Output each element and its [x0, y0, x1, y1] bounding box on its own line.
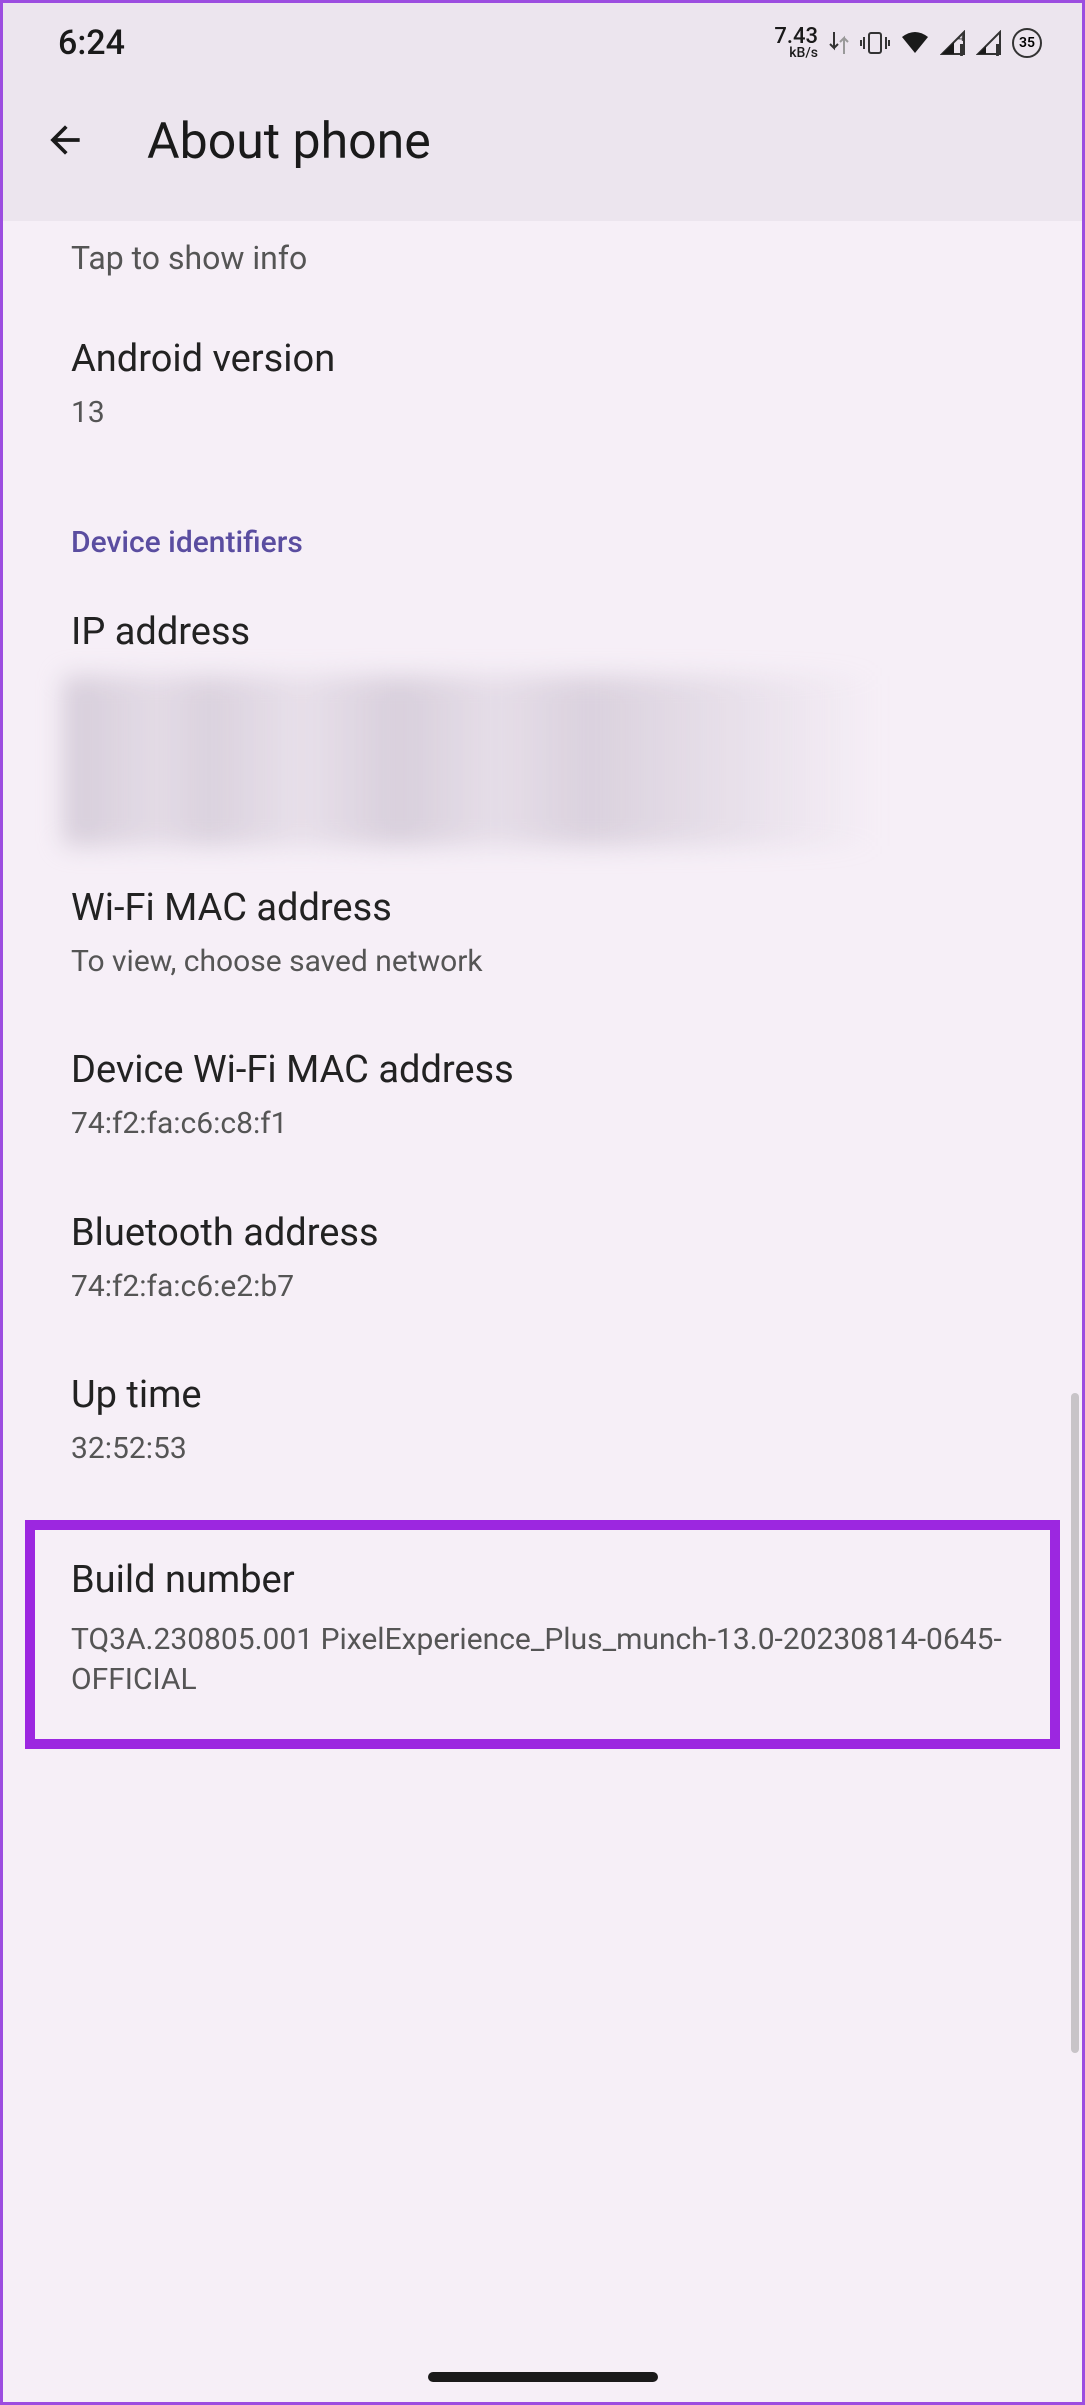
- signal-icon-2: [976, 30, 1002, 56]
- scroll-indicator[interactable]: [1071, 1393, 1079, 2053]
- device-wifi-mac-item[interactable]: Device Wi-Fi MAC address 74:f2:fa:c6:c8:…: [3, 1018, 1082, 1181]
- bluetooth-title: Bluetooth address: [71, 1211, 1014, 1255]
- device-wifi-mac-value: 74:f2:fa:c6:c8:f1: [71, 1104, 1014, 1145]
- status-time: 6:24: [58, 23, 125, 63]
- build-number-highlight: Build number TQ3A.230805.001 PixelExperi…: [25, 1520, 1060, 1749]
- app-header: About phone: [3, 83, 1082, 221]
- arrow-left-icon: [43, 118, 87, 162]
- uptime-value: 32:52:53: [71, 1429, 1014, 1470]
- uptime-item[interactable]: Up time 32:52:53: [3, 1343, 1082, 1506]
- back-button[interactable]: [43, 118, 87, 166]
- bluetooth-item[interactable]: Bluetooth address 74:f2:fa:c6:e2:b7: [3, 1181, 1082, 1344]
- status-right: 7.43 kB/s 4 35: [774, 27, 1042, 59]
- status-bar: 6:24 7.43 kB/s 4 35: [3, 3, 1082, 83]
- uptime-title: Up time: [71, 1373, 1014, 1417]
- navigation-handle[interactable]: [428, 2372, 658, 2382]
- vibrate-icon: [860, 31, 890, 55]
- wifi-mac-title: Wi-Fi MAC address: [71, 886, 1014, 930]
- android-version-title: Android version: [71, 337, 1014, 381]
- network-speed: 7.43 kB/s: [774, 27, 818, 59]
- content-area[interactable]: Tap to show info Android version 13 Devi…: [3, 221, 1082, 1749]
- android-version-value: 13: [71, 393, 1014, 434]
- ip-address-item[interactable]: IP address: [3, 580, 1082, 676]
- svg-text:4: 4: [958, 31, 964, 44]
- build-number-value: TQ3A.230805.001 PixelExperience_Plus_mun…: [71, 1620, 1014, 1701]
- android-version-item[interactable]: Android version 13: [3, 307, 1082, 470]
- ip-address-blurred: [63, 676, 1022, 846]
- ip-address-title: IP address: [71, 610, 1014, 654]
- wifi-mac-item[interactable]: Wi-Fi MAC address To view, choose saved …: [3, 856, 1082, 1019]
- page-title: About phone: [147, 113, 431, 171]
- battery-icon: 35: [1012, 28, 1042, 58]
- tap-info-text[interactable]: Tap to show info: [3, 239, 1082, 307]
- build-number-item[interactable]: Build number TQ3A.230805.001 PixelExperi…: [71, 1558, 1014, 1701]
- data-arrows-icon: [828, 30, 850, 56]
- signal-icon-1: 4: [940, 30, 966, 56]
- device-identifiers-header: Device identifiers: [3, 470, 1082, 580]
- bluetooth-value: 74:f2:fa:c6:e2:b7: [71, 1267, 1014, 1308]
- device-wifi-mac-title: Device Wi-Fi MAC address: [71, 1048, 1014, 1092]
- wifi-icon: [900, 31, 930, 55]
- build-number-title: Build number: [71, 1558, 1014, 1602]
- wifi-mac-value: To view, choose saved network: [71, 942, 1014, 983]
